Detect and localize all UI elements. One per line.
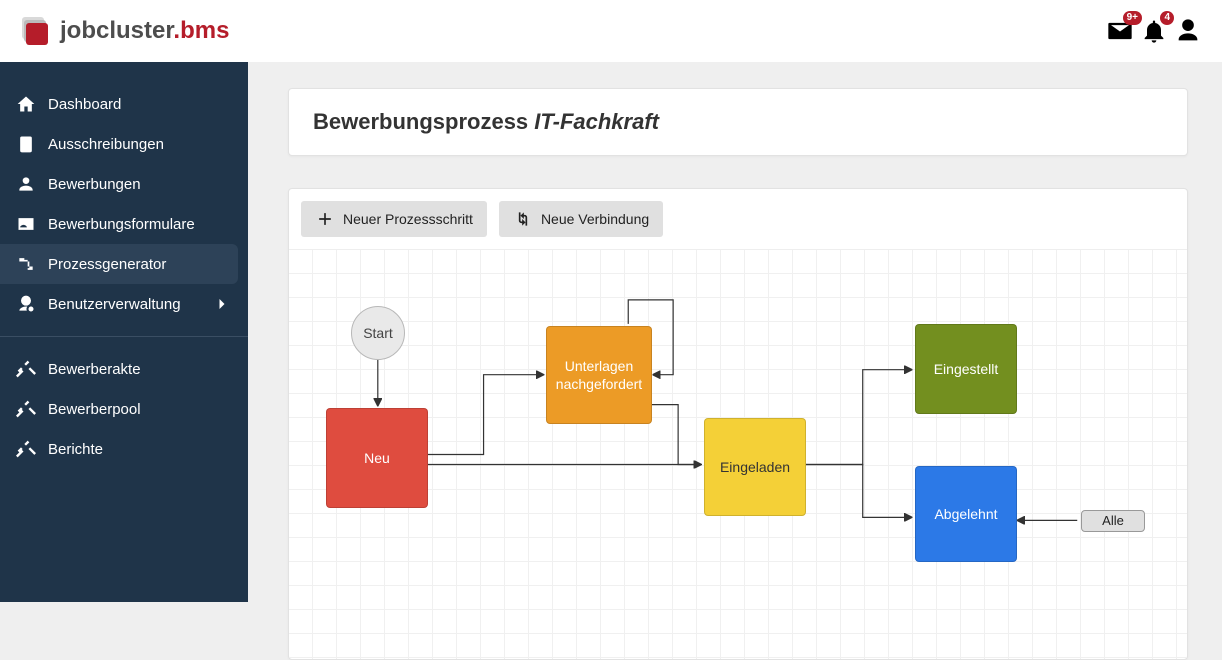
mail-icon[interactable]: 9+: [1106, 17, 1134, 45]
process-node-eingeladen[interactable]: Eingeladen: [704, 418, 806, 516]
sidebar-item-bewerberakte[interactable]: Bewerberakte: [0, 349, 248, 389]
sidebar-label: Bewerbungsformulare: [48, 216, 195, 233]
canvas-toolbar: Neuer Prozessschritt Neue Verbindung: [289, 189, 1187, 249]
process-node-abgelehnt[interactable]: Abgelehnt: [915, 466, 1017, 562]
process-node-start[interactable]: Start: [351, 306, 405, 360]
bell-icon[interactable]: 4: [1140, 17, 1168, 45]
page-title-panel: Bewerbungsprozess IT-Fachkraft: [288, 88, 1188, 156]
home-icon: [16, 94, 36, 114]
sidebar-label: Dashboard: [48, 96, 121, 113]
sidebar-item-formulare[interactable]: Bewerbungsformulare: [0, 204, 248, 244]
sidebar-item-dashboard[interactable]: Dashboard: [0, 84, 248, 124]
process-node-alle[interactable]: Alle: [1081, 510, 1145, 532]
process-canvas[interactable]: Start Neu Unterlagen nachgefordert Einge…: [289, 249, 1187, 659]
connection-icon: [513, 209, 533, 229]
sidebar-divider: [0, 336, 248, 337]
tools-icon: [16, 439, 36, 459]
logo-icon: [22, 16, 52, 46]
tools-icon: [16, 359, 36, 379]
main-area: Bewerbungsprozess IT-Fachkraft Neuer Pro…: [248, 62, 1208, 602]
sidebar-label: Bewerbungen: [48, 176, 141, 193]
sidebar-label: Bewerberpool: [48, 401, 141, 418]
admin-icon: [16, 294, 36, 314]
tools-icon: [16, 399, 36, 419]
sidebar-item-berichte[interactable]: Berichte: [0, 429, 248, 469]
process-node-unterlagen[interactable]: Unterlagen nachgefordert: [546, 326, 652, 424]
sidebar: Dashboard Ausschreibungen Bewerbungen Be…: [0, 62, 248, 602]
user-icon[interactable]: [1174, 17, 1202, 45]
person-icon: [16, 174, 36, 194]
sidebar-item-prozessgenerator[interactable]: Prozessgenerator: [0, 244, 238, 284]
page-title: Bewerbungsprozess IT-Fachkraft: [313, 109, 1163, 135]
brand-text: jobcluster.bms: [60, 17, 229, 45]
process-canvas-panel: Neuer Prozessschritt Neue Verbindung: [288, 188, 1188, 660]
sidebar-item-ausschreibungen[interactable]: Ausschreibungen: [0, 124, 248, 164]
process-node-eingestellt[interactable]: Eingestellt: [915, 324, 1017, 414]
clipboard-icon: [16, 134, 36, 154]
chevron-right-icon: [212, 294, 232, 314]
sidebar-label: Benutzerverwaltung: [48, 296, 181, 313]
sidebar-label: Berichte: [48, 441, 103, 458]
plus-icon: [315, 209, 335, 229]
new-step-button[interactable]: Neuer Prozessschritt: [301, 201, 487, 237]
sidebar-label: Prozessgenerator: [48, 256, 166, 273]
process-node-neu[interactable]: Neu: [326, 408, 428, 508]
sidebar-label: Bewerberakte: [48, 361, 141, 378]
sidebar-label: Ausschreibungen: [48, 136, 164, 153]
flow-icon: [16, 254, 36, 274]
sidebar-item-benutzerverwaltung[interactable]: Benutzerverwaltung: [0, 284, 248, 324]
bell-badge: 4: [1160, 11, 1174, 25]
sidebar-item-bewerbungen[interactable]: Bewerbungen: [0, 164, 248, 204]
id-card-icon: [16, 214, 36, 234]
sidebar-item-bewerberpool[interactable]: Bewerberpool: [0, 389, 248, 429]
app-header: jobcluster.bms 9+ 4: [0, 0, 1222, 62]
new-connection-button[interactable]: Neue Verbindung: [499, 201, 663, 237]
brand-logo[interactable]: jobcluster.bms: [22, 16, 229, 46]
